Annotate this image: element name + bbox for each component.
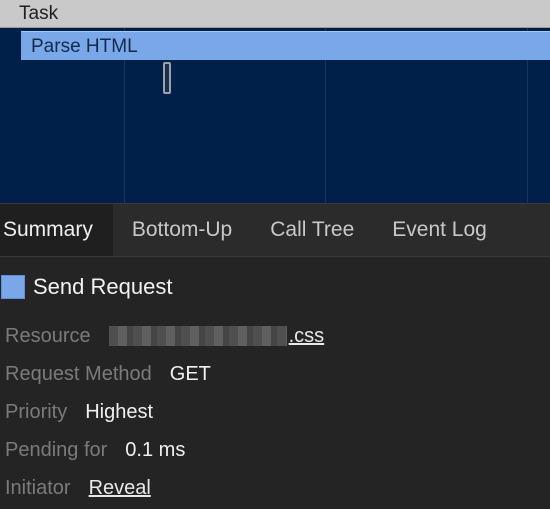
request-method-label: Request Method: [5, 362, 152, 385]
request-method-value: GET: [169, 362, 211, 385]
details-tabs: Summary Bottom-Up Call Tree Event Log: [0, 203, 550, 257]
initiator-reveal-link[interactable]: Reveal: [89, 477, 151, 500]
resize-handle[interactable]: [163, 62, 171, 94]
tab-call-tree[interactable]: Call Tree: [251, 204, 373, 256]
priority-label: Priority: [5, 400, 68, 423]
flame-chart[interactable]: Task Parse HTML: [0, 0, 550, 203]
resource-label: Resource: [5, 324, 91, 347]
redacted-filename: [108, 326, 287, 346]
pending-for-label: Pending for: [5, 438, 108, 461]
resource-row: Resource .css: [0, 317, 550, 355]
task-bar-label: Task: [19, 3, 59, 24]
summary-title-row: Send Request: [0, 257, 550, 317]
task-bar[interactable]: Task: [0, 0, 550, 28]
tab-summary[interactable]: Summary: [0, 204, 113, 256]
request-method-row: Request Method GET: [0, 355, 550, 393]
event-color-swatch: [1, 275, 25, 299]
parse-html-bar[interactable]: Parse HTML: [21, 31, 550, 60]
resource-link[interactable]: .css: [289, 325, 325, 348]
summary-title: Send Request: [33, 274, 173, 299]
initiator-label: Initiator: [5, 476, 71, 499]
parse-html-label: Parse HTML: [31, 36, 138, 57]
priority-row: Priority Highest: [0, 393, 550, 431]
summary-panel: Send Request Resource .css Request Metho…: [0, 257, 550, 507]
tab-event-log[interactable]: Event Log: [373, 204, 506, 256]
pending-for-row: Pending for 0.1 ms: [0, 431, 550, 469]
pending-for-value: 0.1 ms: [125, 438, 186, 461]
priority-value: Highest: [85, 400, 154, 423]
tab-bottom-up[interactable]: Bottom-Up: [113, 204, 251, 256]
initiator-row: Initiator Reveal: [0, 469, 550, 507]
